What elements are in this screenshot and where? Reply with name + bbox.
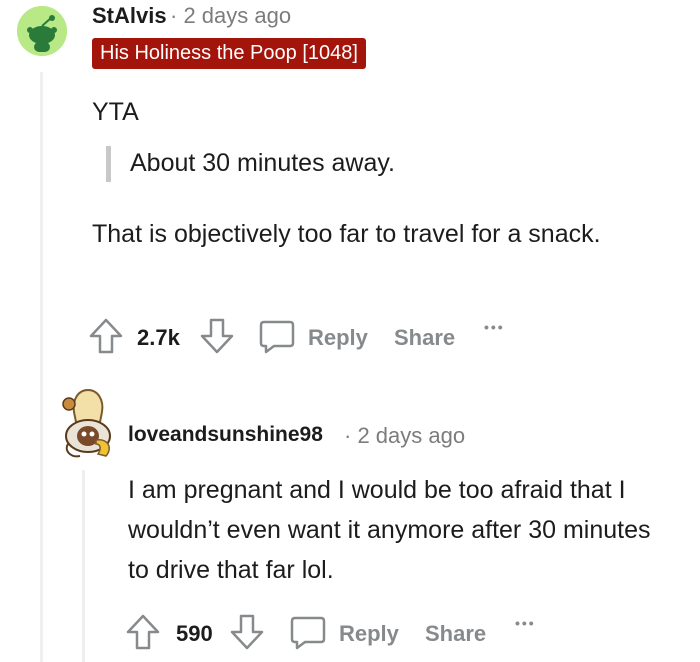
reply-label[interactable]: Reply [308, 325, 368, 351]
meta-separator: · [344, 423, 352, 448]
blockquote-bar [106, 146, 111, 182]
downvote-button[interactable] [230, 614, 264, 655]
snoo-banana-avatar-icon [62, 388, 111, 458]
upvote-button[interactable] [89, 318, 123, 359]
vote-count: 2.7k [137, 325, 180, 350]
comment-bubble-icon [290, 616, 326, 650]
blockquote-text: About 30 minutes away. [130, 149, 395, 177]
comment-meta: · 2 days ago [344, 423, 465, 449]
reply-thread-line[interactable] [82, 470, 85, 662]
comment-meta: · 2 days ago [170, 3, 291, 29]
reply-button[interactable] [258, 319, 296, 360]
comment-author[interactable]: StAlvis [92, 3, 167, 29]
user-flair: His Holiness the Poop [1048] [92, 38, 366, 69]
share-button[interactable]: Share [425, 621, 486, 647]
more-dots-icon[interactable]: ••• [484, 319, 505, 335]
user-avatar[interactable] [17, 6, 67, 56]
comment-bubble-icon [259, 320, 295, 354]
comment-body-paragraph: That is objectively too far to travel fo… [92, 220, 601, 248]
vote-count: 590 [176, 621, 213, 646]
comment-body-line: YTA [92, 98, 139, 126]
downvote-button[interactable] [200, 318, 234, 359]
meta-separator: · [170, 3, 178, 28]
downvote-icon [200, 318, 234, 354]
upvote-icon [89, 318, 123, 354]
snoo-avatar-icon [17, 6, 67, 56]
downvote-icon [230, 614, 264, 650]
thread-line[interactable] [40, 72, 43, 662]
comment-timestamp[interactable]: 2 days ago [357, 423, 465, 448]
comment-author[interactable]: loveandsunshine98 [128, 423, 323, 447]
reply-button[interactable] [289, 615, 327, 656]
more-dots-icon[interactable]: ••• [515, 615, 536, 631]
upvote-icon [126, 614, 160, 650]
reply-label[interactable]: Reply [339, 621, 399, 647]
upvote-button[interactable] [126, 614, 160, 655]
share-button[interactable]: Share [394, 325, 455, 351]
comment-body-paragraph: I am pregnant and I would be too afraid … [128, 476, 651, 584]
user-avatar[interactable] [58, 388, 116, 460]
comment-timestamp[interactable]: 2 days ago [183, 3, 291, 28]
